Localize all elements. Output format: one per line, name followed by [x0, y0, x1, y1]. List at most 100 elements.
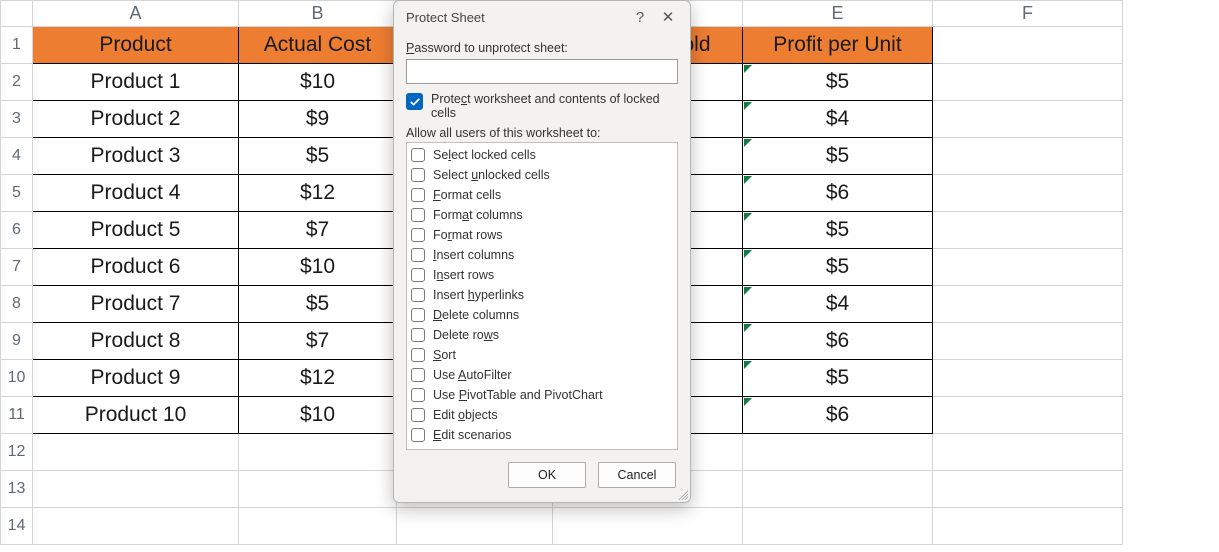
cell[interactable]: $12: [239, 175, 397, 212]
permission-item[interactable]: Use PivotTable and PivotChart: [411, 385, 673, 405]
cell[interactable]: $10: [239, 64, 397, 101]
cell[interactable]: [933, 397, 1123, 434]
row-header[interactable]: 12: [1, 434, 33, 471]
permission-item[interactable]: Insert rows: [411, 265, 673, 285]
cell[interactable]: [743, 471, 933, 508]
cell[interactable]: Product 10: [33, 397, 239, 434]
cell[interactable]: $5: [239, 138, 397, 175]
cell[interactable]: Product 4: [33, 175, 239, 212]
cell[interactable]: [933, 323, 1123, 360]
checkbox-icon[interactable]: [411, 328, 425, 342]
cell[interactable]: [33, 434, 239, 471]
row-header[interactable]: 9: [1, 323, 33, 360]
checkbox-icon[interactable]: [411, 148, 425, 162]
permission-item[interactable]: Select unlocked cells: [411, 165, 673, 185]
cell[interactable]: Actual Cost: [239, 27, 397, 64]
cell[interactable]: Product 8: [33, 323, 239, 360]
dialog-titlebar[interactable]: Protect Sheet ? ✕: [394, 1, 690, 33]
cell[interactable]: [33, 471, 239, 508]
checkbox-icon[interactable]: [411, 288, 425, 302]
row-header[interactable]: 3: [1, 101, 33, 138]
permission-item[interactable]: Edit objects: [411, 405, 673, 425]
protect-worksheet-checkbox[interactable]: Protect worksheet and contents of locked…: [406, 92, 678, 120]
permission-item[interactable]: Insert columns: [411, 245, 673, 265]
cell[interactable]: [933, 249, 1123, 286]
row-header[interactable]: 11: [1, 397, 33, 434]
cell[interactable]: [933, 175, 1123, 212]
cell[interactable]: [933, 138, 1123, 175]
cell[interactable]: $6: [743, 397, 933, 434]
cell[interactable]: [743, 508, 933, 545]
cell[interactable]: [933, 212, 1123, 249]
checkbox-icon[interactable]: [411, 348, 425, 362]
row-header[interactable]: 7: [1, 249, 33, 286]
cell[interactable]: $7: [239, 323, 397, 360]
cell[interactable]: $5: [743, 360, 933, 397]
cell[interactable]: [933, 434, 1123, 471]
checkbox-icon[interactable]: [411, 368, 425, 382]
checkbox-icon[interactable]: [411, 408, 425, 422]
permission-item[interactable]: Select locked cells: [411, 145, 673, 165]
cell[interactable]: $12: [239, 360, 397, 397]
column-header[interactable]: B: [239, 1, 397, 27]
cell[interactable]: $5: [239, 286, 397, 323]
row-header[interactable]: 14: [1, 508, 33, 545]
cell[interactable]: $5: [743, 138, 933, 175]
cell[interactable]: [743, 434, 933, 471]
close-icon[interactable]: ✕: [654, 8, 682, 26]
cell[interactable]: $5: [743, 249, 933, 286]
cell[interactable]: $10: [239, 249, 397, 286]
resize-handle-icon[interactable]: [678, 490, 688, 500]
row-header[interactable]: 2: [1, 64, 33, 101]
checkbox-icon[interactable]: [411, 188, 425, 202]
checkbox-icon[interactable]: [411, 308, 425, 322]
cell[interactable]: $6: [743, 323, 933, 360]
cell[interactable]: Product 3: [33, 138, 239, 175]
cell[interactable]: [933, 64, 1123, 101]
permission-item[interactable]: Format columns: [411, 205, 673, 225]
column-header[interactable]: F: [933, 1, 1123, 27]
cell[interactable]: Product 6: [33, 249, 239, 286]
cell[interactable]: [933, 27, 1123, 64]
cell[interactable]: [933, 286, 1123, 323]
cell[interactable]: [553, 508, 743, 545]
cell[interactable]: [933, 360, 1123, 397]
row-header[interactable]: 8: [1, 286, 33, 323]
row-header[interactable]: 13: [1, 471, 33, 508]
ok-button[interactable]: OK: [508, 462, 586, 488]
cell[interactable]: [933, 508, 1123, 545]
column-header[interactable]: E: [743, 1, 933, 27]
cell[interactable]: $10: [239, 397, 397, 434]
cell[interactable]: Product 2: [33, 101, 239, 138]
column-header[interactable]: A: [33, 1, 239, 27]
permission-item[interactable]: Edit scenarios: [411, 425, 673, 445]
row-header[interactable]: 4: [1, 138, 33, 175]
checkbox-icon[interactable]: [411, 168, 425, 182]
permission-item[interactable]: Sort: [411, 345, 673, 365]
cell[interactable]: $5: [743, 64, 933, 101]
row-header[interactable]: 6: [1, 212, 33, 249]
help-icon[interactable]: ?: [626, 9, 654, 26]
cell[interactable]: $6: [743, 175, 933, 212]
cell[interactable]: Product 7: [33, 286, 239, 323]
row-header[interactable]: 10: [1, 360, 33, 397]
checkbox-icon[interactable]: [411, 428, 425, 442]
cell[interactable]: [397, 508, 553, 545]
permission-item[interactable]: Use AutoFilter: [411, 365, 673, 385]
permission-item[interactable]: Format rows: [411, 225, 673, 245]
cell[interactable]: [239, 471, 397, 508]
cell[interactable]: $4: [743, 286, 933, 323]
cell[interactable]: $5: [743, 212, 933, 249]
permission-item[interactable]: Delete columns: [411, 305, 673, 325]
password-input[interactable]: [406, 59, 678, 84]
cell[interactable]: Profit per Unit: [743, 27, 933, 64]
cell[interactable]: $9: [239, 101, 397, 138]
checkbox-icon[interactable]: [411, 388, 425, 402]
checkbox-icon[interactable]: [411, 268, 425, 282]
select-all-corner[interactable]: [1, 1, 33, 27]
permission-item[interactable]: Delete rows: [411, 325, 673, 345]
cell[interactable]: [933, 101, 1123, 138]
cell[interactable]: [239, 434, 397, 471]
cell[interactable]: Product 5: [33, 212, 239, 249]
checkbox-icon[interactable]: [411, 208, 425, 222]
